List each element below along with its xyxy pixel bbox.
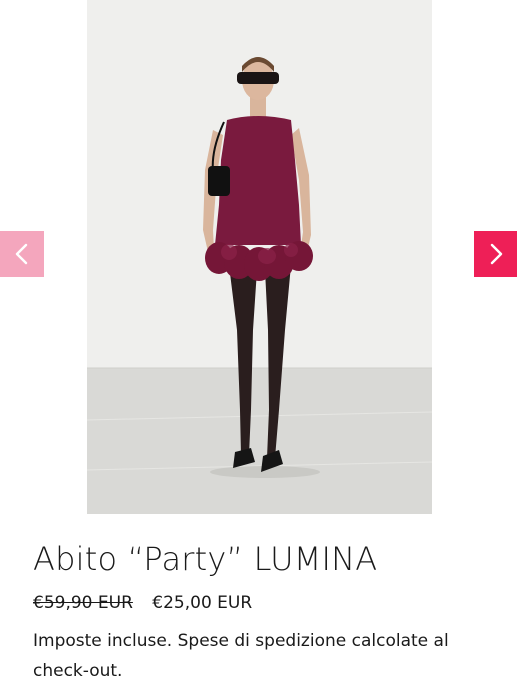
regular-price: €59,90 EUR xyxy=(33,593,133,614)
gallery-prev-button[interactable] xyxy=(0,231,44,277)
product-info: Abito “Party” LUMINA €59,90 EUR €25,00 E… xyxy=(33,540,503,686)
product-page: Abito “Party” LUMINA €59,90 EUR €25,00 E… xyxy=(0,0,517,700)
chevron-left-icon xyxy=(15,243,28,265)
product-image[interactable] xyxy=(87,0,432,514)
price-block: €59,90 EUR €25,00 EUR xyxy=(33,592,503,614)
tax-shipping-note: Imposte incluse. Spese di spedizione cal… xyxy=(33,626,503,686)
gallery-next-button[interactable] xyxy=(474,231,517,277)
product-title: Abito “Party” LUMINA xyxy=(33,540,378,578)
shipping-policy-link[interactable]: Spese di spedizione xyxy=(178,631,347,651)
photo-floor xyxy=(87,368,432,514)
sale-price: €25,00 EUR xyxy=(152,593,253,614)
product-gallery xyxy=(0,0,517,514)
product-photo xyxy=(87,0,432,514)
chevron-right-icon xyxy=(490,243,503,265)
tax-text: Imposte incluse. xyxy=(33,631,178,652)
